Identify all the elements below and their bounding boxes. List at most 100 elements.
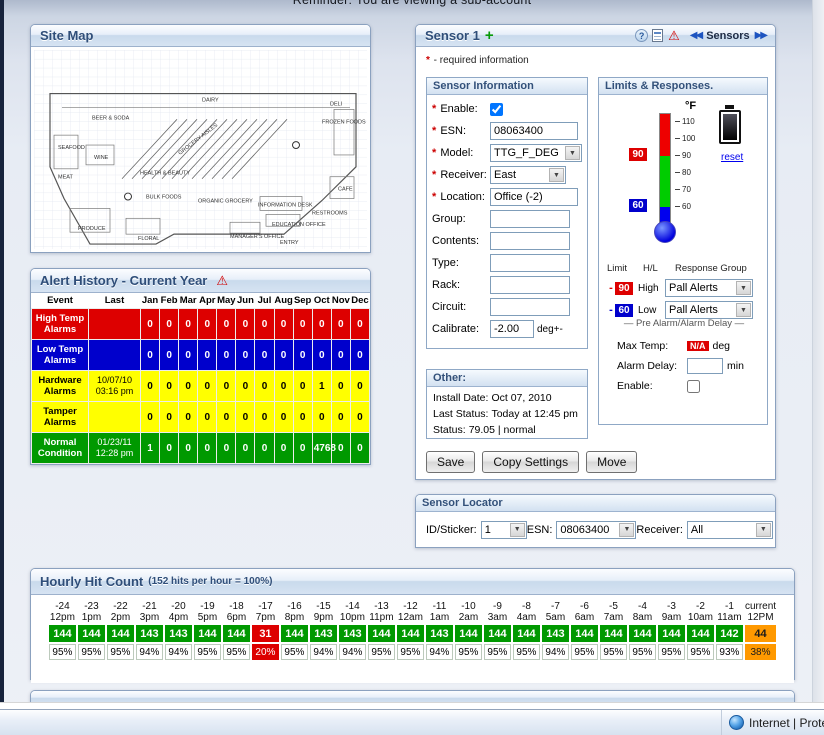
map-label: HEALTH & BEAUTY: [140, 171, 190, 177]
alarm-delay-input[interactable]: [687, 358, 723, 374]
alert-month-cell: 0: [293, 433, 312, 464]
subaccount-reminder: Reminder: You are viewing a sub-account: [0, 0, 824, 7]
other-rows: Install Date:Oct 07, 2010 Last Status:Tod…: [427, 387, 587, 438]
other-row: Last Status:Today at 12:45 pm: [427, 406, 587, 422]
hit-count-cell: 143: [542, 625, 569, 642]
alert-event-cell: High Temp Alarms: [32, 309, 89, 340]
select-value: All: [688, 524, 706, 536]
field-suffix: deg+-: [537, 324, 563, 335]
alert-month-cell: 0: [217, 340, 236, 371]
pre-alarm-enable-checkbox[interactable]: [687, 380, 700, 393]
other-label: Install Date:: [433, 392, 488, 404]
response-group-select[interactable]: Pall Alerts▼: [665, 301, 753, 319]
locator-fields: ID/Sticker:1▼ESN:08063400▼Receiver:All▼: [416, 512, 775, 547]
required-asterisk: *: [432, 169, 436, 181]
prev-sensor-button[interactable]: ◀◀: [690, 30, 701, 41]
alert-event-cell: Hardware Alarms: [32, 371, 89, 402]
field-label: * Location:: [432, 191, 490, 203]
alert-month-cell: 1: [312, 371, 331, 402]
hit-pct-cell: 93%: [716, 644, 743, 660]
alert-month-cell: 0: [198, 309, 217, 340]
alert-month-cell: 0: [312, 402, 331, 433]
pre-alarm-delay-title: — Pre Alarm/Alarm Delay —: [605, 318, 763, 329]
enable-checkbox[interactable]: [490, 103, 503, 116]
alert-month-cell: 0: [160, 309, 179, 340]
group-input[interactable]: [490, 210, 570, 228]
locator-esn-select[interactable]: 08063400▼: [556, 521, 636, 539]
locator-field-receiver: Receiver:All▼: [636, 521, 772, 539]
hit-pct-cell: 94%: [339, 644, 366, 660]
page: Reminder: You are viewing a sub-account …: [0, 0, 824, 735]
alert-col-header: Dec: [350, 293, 369, 309]
reset-link[interactable]: reset: [721, 152, 743, 163]
sensor-locator-panel: Sensor Locator ID/Sticker:1▼ESN:08063400…: [415, 494, 776, 548]
pre-alarm-delay-section: — Pre Alarm/Alarm Delay — Max Temp: N/A …: [605, 318, 763, 396]
map-label: WINE: [94, 155, 109, 161]
alert-row: High Temp Alarms000000000000: [32, 309, 370, 340]
other-value: Oct 07, 2010: [491, 392, 551, 404]
internet-globe-icon: [729, 715, 744, 730]
site-map-panel: Site Map: [30, 24, 371, 253]
move-button[interactable]: Move: [586, 451, 637, 473]
alert-month-cell: 0: [198, 402, 217, 433]
alarm-warning-icon[interactable]: ⚠: [668, 29, 680, 42]
type-input[interactable]: [490, 254, 570, 272]
next-sensor-button[interactable]: ▶▶: [755, 30, 766, 41]
alert-warning-icon[interactable]: ⚠: [216, 274, 228, 287]
hit-col-header: -222pm: [107, 601, 134, 623]
status-bar: Internet | Prote: [0, 709, 824, 735]
locator-id-sticker-select[interactable]: 1▼: [481, 521, 527, 539]
save-button[interactable]: Save: [426, 451, 475, 473]
location-input[interactable]: [490, 188, 578, 206]
alert-col-header: Jan: [141, 293, 160, 309]
esn-input[interactable]: [490, 122, 578, 140]
dropdown-arrow-icon: ▼: [756, 523, 771, 537]
alert-col-header: Sep: [293, 293, 312, 309]
select-value: 1: [482, 524, 494, 536]
sensor-field-esn: * ESN:: [427, 120, 587, 142]
receiver-select[interactable]: East▼: [490, 166, 566, 184]
calibrate-input[interactable]: [490, 320, 534, 338]
other-panel: Other: Install Date:Oct 07, 2010Last Sta…: [426, 369, 588, 439]
scale-tick: 110: [675, 117, 695, 125]
hit-col-header: -195pm: [194, 601, 221, 623]
contents-input[interactable]: [490, 232, 570, 250]
response-group-select[interactable]: Pall Alerts▼: [665, 279, 753, 297]
hit-col-header: -168pm: [281, 601, 308, 623]
site-map-image[interactable]: DAIRYBEER & SODASEAFOODWINEMEATGROCERY A…: [34, 50, 367, 249]
map-label: INFORMATION DESK: [258, 202, 313, 208]
model-select[interactable]: TTG_F_DEG▼: [490, 144, 582, 162]
rack-input[interactable]: [490, 276, 570, 294]
alert-header-row: EventLastJanFebMarAprMayJunJulAugSepOctN…: [32, 293, 370, 309]
help-icon[interactable]: ?: [635, 29, 648, 42]
field-label: * ESN:: [432, 125, 490, 137]
hit-col-header: -111am: [716, 601, 743, 623]
hit-count-cell: 144: [600, 625, 627, 642]
copy-settings-button[interactable]: Copy Settings: [482, 451, 579, 473]
locator-label: ESN:: [527, 524, 553, 536]
alert-history-panel: Alert History - Current Year ⚠ EventLast…: [30, 268, 371, 465]
dropdown-arrow-icon: ▼: [549, 168, 564, 182]
circuit-input[interactable]: [490, 298, 570, 316]
add-sensor-icon[interactable]: +: [485, 28, 494, 43]
alert-last-cell: 01/23/11 12:28 pm: [89, 433, 141, 464]
field-label: Group:: [432, 213, 490, 225]
map-label: CAFE: [338, 187, 353, 193]
alert-month-cell: 0: [331, 402, 350, 433]
field-label: * Model:: [432, 147, 490, 159]
report-icon[interactable]: [652, 29, 663, 42]
locator-receiver-select[interactable]: All ▼: [687, 521, 773, 539]
alert-month-cell: 0: [293, 309, 312, 340]
hit-col-header: -39am: [658, 601, 685, 623]
site-map-header: Site Map: [31, 25, 370, 47]
alert-month-cell: 0: [274, 433, 293, 464]
max-temp-row: Max Temp: N/A deg: [605, 336, 763, 356]
other-row: Status:79.05 | normal: [427, 422, 587, 438]
alert-month-cell: 0: [141, 309, 160, 340]
map-label: FROZEN FOODS: [322, 119, 366, 125]
hit-pct-cell: 38%: [745, 644, 776, 660]
alert-month-cell: 0: [236, 433, 255, 464]
map-label: BEER & SODA: [92, 115, 130, 121]
locator-field-esn: ESN:08063400▼: [527, 521, 637, 539]
hit-count-cell: 144: [194, 625, 221, 642]
